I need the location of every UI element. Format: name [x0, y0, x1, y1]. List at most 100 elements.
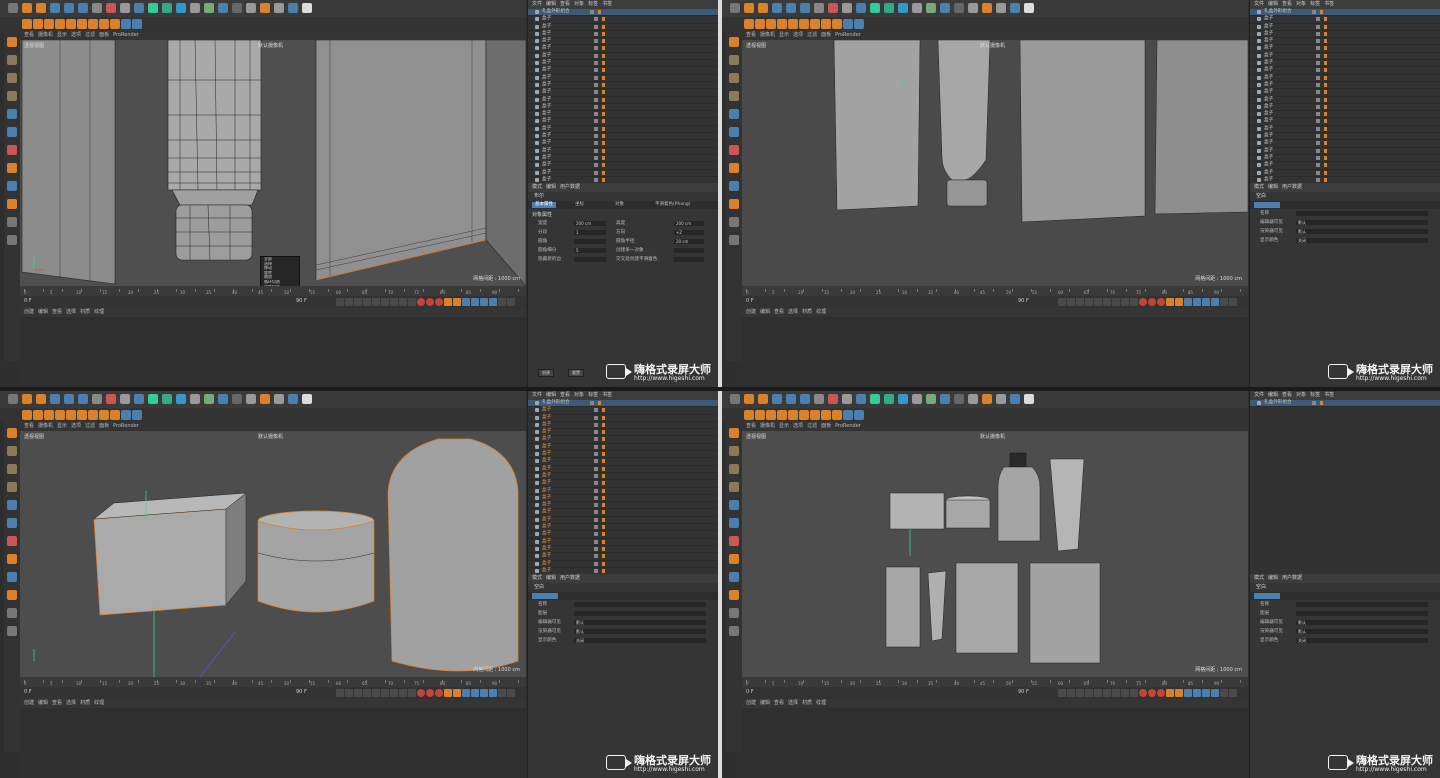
object-row[interactable]: 盒子	[1250, 24, 1440, 31]
playback-control-button[interactable]	[345, 689, 353, 697]
object-row[interactable]: 盒子	[528, 451, 718, 459]
material-menu-item[interactable]: 查看	[774, 309, 784, 315]
visibility-dot[interactable]	[1316, 82, 1320, 87]
visibility-dot[interactable]	[594, 503, 598, 508]
attribute-menu-item[interactable]: 模式	[532, 184, 542, 190]
toolbar-tool-icon[interactable]	[274, 3, 284, 13]
playback-control-button[interactable]	[1139, 298, 1147, 306]
visibility-dot[interactable]	[594, 517, 598, 522]
object-menu-item[interactable]: 书签	[602, 1, 612, 7]
tag-icon[interactable]	[1324, 112, 1327, 117]
sidebar-mode-icon[interactable]	[729, 536, 739, 546]
sidebar-mode-icon[interactable]	[729, 217, 739, 227]
toolbar-tool-icon[interactable]	[842, 3, 852, 13]
object-row[interactable]: 盒子	[528, 480, 718, 488]
viewport-menu-item[interactable]: ProRender	[835, 32, 861, 38]
tag-icon[interactable]	[602, 39, 605, 44]
toolbar-tool-icon[interactable]	[148, 3, 158, 13]
object-row[interactable]: 盒子	[528, 133, 718, 141]
object-menu-item[interactable]: 查看	[1282, 392, 1292, 398]
model-jar[interactable]	[258, 511, 374, 621]
object-menu-item[interactable]: 对象	[574, 392, 584, 398]
playback-control-button[interactable]	[1121, 689, 1129, 697]
toolbar-tool-icon[interactable]	[246, 3, 256, 13]
sidebar-mode-icon[interactable]	[7, 145, 17, 155]
secondary-tool-icon[interactable]	[788, 410, 798, 420]
playback-control-button[interactable]	[1229, 298, 1237, 306]
attribute-tab[interactable]: 对象	[612, 202, 627, 208]
sidebar-mode-icon[interactable]	[7, 55, 17, 65]
material-menu-item[interactable]: 纹理	[94, 309, 104, 315]
object-row[interactable]: 盒子	[528, 495, 718, 503]
visibility-dot[interactable]	[594, 539, 598, 544]
material-menu-item[interactable]: 创建	[746, 309, 756, 315]
playback-control-button[interactable]	[1058, 689, 1066, 697]
tag-icon[interactable]	[602, 17, 605, 22]
playback-control-button[interactable]	[507, 689, 515, 697]
visibility-dot[interactable]	[1316, 24, 1320, 29]
viewport-menu-item[interactable]: 摄像机	[38, 32, 53, 38]
attribute-field[interactable]: 20 cm	[674, 239, 704, 244]
tag-icon[interactable]	[1324, 177, 1327, 182]
viewport-menu-item[interactable]: 显示	[779, 423, 789, 429]
sidebar-mode-icon[interactable]	[729, 109, 739, 119]
tag-icon[interactable]	[602, 408, 605, 413]
visibility-dot[interactable]	[1316, 39, 1320, 44]
toolbar-tool-icon[interactable]	[1024, 3, 1034, 13]
playback-control-button[interactable]	[1211, 298, 1219, 306]
tag-icon[interactable]	[1324, 134, 1327, 139]
toolbar-tool-icon[interactable]	[982, 3, 992, 13]
object-row[interactable]: 盒子	[1250, 170, 1440, 177]
toolbar-tool-icon[interactable]	[800, 394, 810, 404]
material-menu-item[interactable]: 创建	[24, 700, 34, 706]
object-row[interactable]: 盒子	[1250, 82, 1440, 90]
object-row[interactable]: 礼盒外形组合	[1250, 9, 1440, 17]
sidebar-mode-icon[interactable]	[729, 235, 739, 245]
visibility-dot[interactable]	[1316, 170, 1320, 175]
object-menu-item[interactable]: 对象	[574, 1, 584, 7]
model-tube-small[interactable]	[928, 571, 946, 641]
visibility-dot[interactable]	[594, 126, 598, 131]
playback-control-button[interactable]	[408, 689, 416, 697]
object-menu-item[interactable]: 文件	[532, 1, 542, 7]
playback-control-button[interactable]	[489, 689, 497, 697]
sidebar-mode-icon[interactable]	[729, 428, 739, 438]
toolbar-tool-icon[interactable]	[814, 394, 824, 404]
visibility-dot[interactable]	[1316, 75, 1320, 80]
playback-control-button[interactable]	[1193, 689, 1201, 697]
toolbar-tool-icon[interactable]	[232, 394, 242, 404]
tag-icon[interactable]	[602, 539, 605, 544]
visibility-dot[interactable]	[594, 546, 598, 551]
object-row[interactable]: 礼盒外形组合	[1250, 400, 1440, 408]
object-row[interactable]: 盒子	[528, 531, 718, 539]
attribute-button[interactable]: 重置	[568, 369, 584, 377]
current-frame[interactable]: 0 F	[746, 298, 754, 304]
object-row[interactable]: 盒子	[1250, 97, 1440, 104]
object-row[interactable]: 礼盒外形组合	[528, 9, 718, 17]
attribute-field[interactable]	[674, 257, 704, 262]
toolbar-tool-icon[interactable]	[22, 394, 32, 404]
visibility-dot[interactable]	[1316, 46, 1320, 51]
attribute-menu-item[interactable]: 编辑	[546, 184, 556, 190]
tag-icon[interactable]	[1324, 141, 1327, 146]
toolbar-tool-icon[interactable]	[730, 3, 740, 13]
object-menu-item[interactable]: 书签	[1324, 392, 1334, 398]
playback-control-button[interactable]	[381, 298, 389, 306]
object-menu-item[interactable]: 编辑	[546, 1, 556, 7]
viewport-menu-item[interactable]: ProRender	[835, 423, 861, 429]
material-manager[interactable]	[742, 708, 1248, 778]
visibility-dot[interactable]	[594, 466, 598, 471]
playback-control-button[interactable]	[417, 689, 425, 697]
toolbar-tool-icon[interactable]	[64, 394, 74, 404]
object-row[interactable]: 盒子	[528, 546, 718, 554]
tag-icon[interactable]	[602, 459, 605, 464]
sidebar-mode-icon[interactable]	[729, 55, 739, 65]
tag-icon[interactable]	[602, 170, 605, 175]
material-menu-item[interactable]: 编辑	[38, 309, 48, 315]
model-panel-1[interactable]	[956, 563, 1018, 653]
playback-control-button[interactable]	[1202, 298, 1210, 306]
toolbar-tool-icon[interactable]	[176, 3, 186, 13]
secondary-tool-icon[interactable]	[843, 410, 853, 420]
secondary-tool-icon[interactable]	[832, 410, 842, 420]
tag-icon[interactable]	[602, 430, 605, 435]
